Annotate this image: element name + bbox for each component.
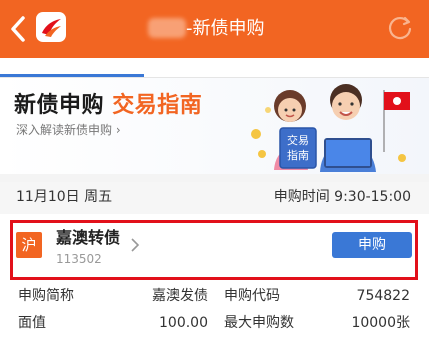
- par-value: 100.00: [159, 315, 208, 331]
- tab-active-indicator: [0, 74, 144, 77]
- app-logo: [36, 12, 66, 42]
- page-title: -新债申购: [186, 18, 265, 39]
- short-name-label: 申购简称: [18, 288, 74, 304]
- coin-icon: [251, 129, 261, 139]
- banner-subtitle: 深入解读新债申购: [16, 123, 113, 137]
- illustration-text-1: 交易: [287, 133, 309, 147]
- coin-icon: [258, 150, 266, 158]
- subscribe-button[interactable]: 申购: [332, 232, 412, 258]
- bond-name[interactable]: 嘉澳转债: [56, 227, 120, 249]
- coin-icon: [265, 107, 271, 113]
- banner-illustration: 交易 指南: [251, 84, 410, 172]
- coin-icon: [398, 154, 406, 162]
- chevron-right-icon[interactable]: [130, 238, 140, 252]
- par-label: 面值: [18, 315, 46, 331]
- banner-title: 新债申购 交易指南: [14, 92, 202, 120]
- chevron-right-icon: ›: [115, 123, 121, 137]
- max-subscription-value: 10000张: [351, 315, 410, 331]
- banner-title-main: 新债申购: [14, 93, 105, 118]
- illustration-text-2: 指南: [287, 148, 309, 162]
- code-label: 申购代码: [224, 288, 280, 304]
- banner-subtitle-link[interactable]: 深入解读新债申购 ›: [16, 122, 121, 138]
- market-badge: 沪: [16, 232, 42, 258]
- back-icon[interactable]: [8, 14, 28, 44]
- short-name-value: 嘉澳发债: [152, 288, 208, 304]
- time-value: 9:30-15:00: [334, 189, 411, 205]
- section-divider: [0, 174, 429, 182]
- subscription-time: 申购时间 9:30-15:00: [274, 187, 411, 207]
- logo-icon: [42, 19, 61, 37]
- subscription-date: 11月10日 周五: [16, 189, 113, 205]
- banner-title-accent: 交易指南: [112, 93, 203, 118]
- time-label: 申购时间: [273, 189, 330, 205]
- max-subscription-label: 最大申购数: [224, 315, 294, 331]
- refresh-icon[interactable]: [386, 14, 414, 42]
- blurred-broker-name: [148, 18, 186, 38]
- bond-code: 113502: [56, 252, 102, 266]
- code-value: 754822: [356, 288, 410, 304]
